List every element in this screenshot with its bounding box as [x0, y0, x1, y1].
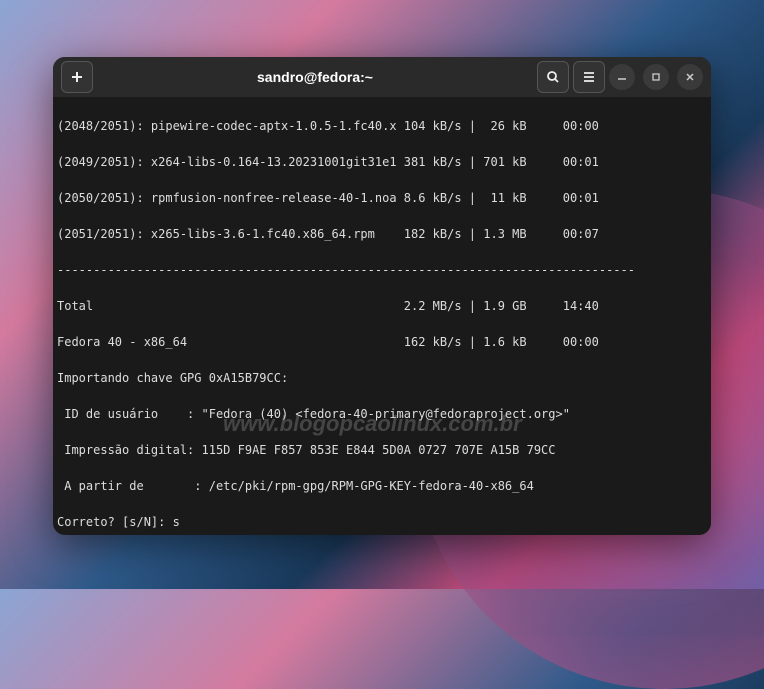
output-line: (2051/2051): x265-libs-3.6-1.fc40.x86_64…: [57, 225, 707, 243]
output-line: (2048/2051): pipewire-codec-aptx-1.0.5-1…: [57, 117, 707, 135]
new-tab-button[interactable]: [61, 61, 93, 93]
output-line: A partir de : /etc/pki/rpm-gpg/RPM-GPG-K…: [57, 477, 707, 495]
close-button[interactable]: [677, 64, 703, 90]
search-button[interactable]: [537, 61, 569, 93]
output-separator: ----------------------------------------…: [57, 261, 707, 279]
output-line: Fedora 40 - x86_64 162 kB/s | 1.6 kB 00:…: [57, 333, 707, 351]
output-line: Importando chave GPG 0xA15B79CC:: [57, 369, 707, 387]
minimize-button[interactable]: [609, 64, 635, 90]
menu-button[interactable]: [573, 61, 605, 93]
output-line: Total 2.2 MB/s | 1.9 GB 14:40: [57, 297, 707, 315]
terminal-window: sandro@fedora:~ (2048/2051): pipewire-co…: [53, 57, 711, 535]
window-title: sandro@fedora:~: [97, 69, 533, 85]
output-line: Impressão digital: 115D F9AE F857 853E E…: [57, 441, 707, 459]
output-line: ID de usuário : "Fedora (40) <fedora-40-…: [57, 405, 707, 423]
terminal-output[interactable]: (2048/2051): pipewire-codec-aptx-1.0.5-1…: [53, 97, 711, 535]
output-line: Correto? [s/N]: s: [57, 513, 707, 531]
output-line: (2050/2051): rpmfusion-nonfree-release-4…: [57, 189, 707, 207]
titlebar: sandro@fedora:~: [53, 57, 711, 97]
maximize-button[interactable]: [643, 64, 669, 90]
output-line: (2049/2051): x264-libs-0.164-13.20231001…: [57, 153, 707, 171]
